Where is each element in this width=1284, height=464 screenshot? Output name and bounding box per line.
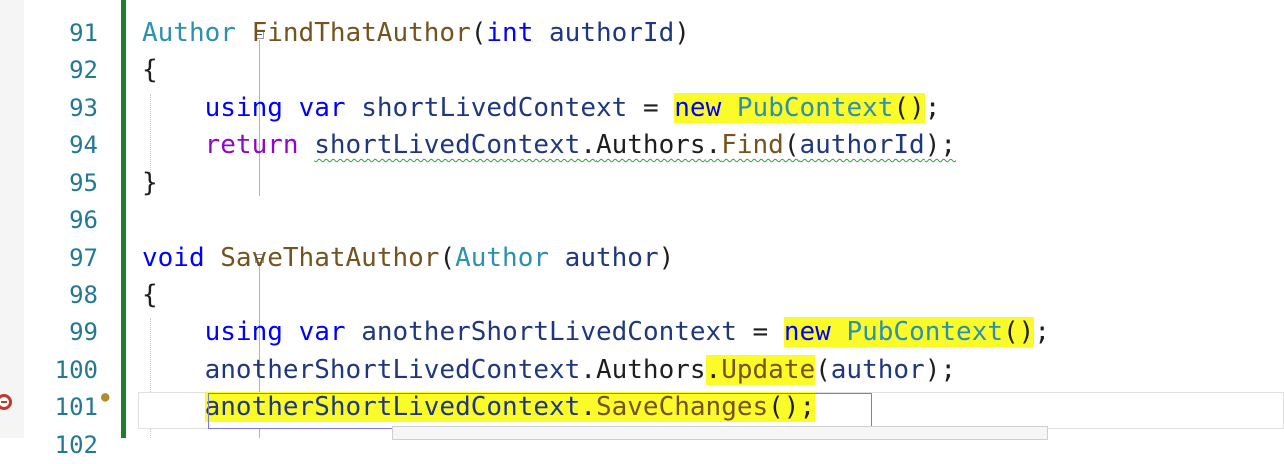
token: () <box>893 93 925 123</box>
token: PubContext <box>846 317 1004 347</box>
line-number-gutter[interactable]: 90 91 92 93 94 95 96 97 98 99 100 101 10… <box>24 0 124 459</box>
token: FindThatAuthor <box>251 18 471 48</box>
warning-squiggle[interactable]: shortLivedContext.Authors.Find(authorId)… <box>314 130 956 160</box>
token: = <box>736 317 784 347</box>
line-number: 90 <box>18 0 98 7</box>
token: ( <box>783 130 800 160</box>
line-number: 96 <box>69 206 98 234</box>
outlining-gutter <box>126 0 264 438</box>
token: ; <box>924 93 941 123</box>
code-line[interactable]: using var anotherShortLivedContext = new… <box>142 314 1050 351</box>
code-line[interactable]: return shortLivedContext.Authors.Find(au… <box>142 127 956 164</box>
token: ); <box>924 355 957 385</box>
token: Authors <box>595 355 706 385</box>
token: ) <box>658 243 675 273</box>
code-line[interactable]: Author FindThatAuthor(int authorId) <box>142 15 690 52</box>
token: PubContext <box>736 93 894 123</box>
lightbulb-icon[interactable]: ● <box>101 390 111 404</box>
token: authorId <box>799 130 925 160</box>
token: . <box>580 355 596 385</box>
token: int <box>486 18 534 48</box>
token: shortLivedContext <box>314 130 581 160</box>
token: . <box>705 355 722 385</box>
token: Authors <box>595 130 706 160</box>
token: . <box>705 130 722 160</box>
token: () <box>1003 317 1035 347</box>
token: ( <box>815 355 831 385</box>
line-number: 91 <box>69 19 98 47</box>
token: ) <box>674 18 690 48</box>
token: anotherShortLivedContext <box>204 355 581 385</box>
token: ( <box>439 243 456 273</box>
token: Author <box>142 18 236 48</box>
token: SaveThatAuthor <box>220 243 440 273</box>
token: new <box>783 317 831 347</box>
token: return <box>204 130 299 160</box>
token: . <box>580 392 596 422</box>
highlighted-token: anotherShortLivedContext.SaveChanges(); <box>204 392 816 422</box>
line-number: 92 <box>69 56 98 84</box>
token: using <box>204 317 283 347</box>
line-number: 93 <box>69 94 98 122</box>
token: var <box>298 93 346 123</box>
code-line[interactable]: anotherShortLivedContext.SaveChanges(); <box>142 389 816 426</box>
token: (); <box>768 392 816 422</box>
token: author <box>830 355 925 385</box>
highlighted-token: new PubContext() <box>674 93 925 123</box>
code-line[interactable]: } <box>142 165 158 202</box>
token: anotherShortLivedContext <box>361 317 737 347</box>
token: Find <box>721 130 784 160</box>
token: ( <box>470 18 487 48</box>
code-line[interactable]: { <box>142 277 158 314</box>
token: var <box>298 317 346 347</box>
token: using <box>204 93 283 123</box>
line-number: 100 <box>54 356 98 384</box>
token: SaveChanges <box>595 392 769 422</box>
line-number: 102 <box>54 431 98 459</box>
token: new <box>674 93 722 123</box>
token: = <box>627 93 675 123</box>
code-line[interactable]: using var shortLivedContext = new PubCon… <box>142 90 940 127</box>
line-number: 97 <box>69 244 98 272</box>
token: authorId <box>549 18 675 48</box>
token: } <box>142 168 158 198</box>
token: { <box>142 55 158 85</box>
token: shortLivedContext <box>361 93 628 123</box>
code-line[interactable]: anotherShortLivedContext.Authors.Update(… <box>142 352 956 389</box>
token: anotherShortLivedContext <box>204 392 581 422</box>
token: author <box>564 243 659 273</box>
line-number: 98 <box>69 281 98 309</box>
token: . <box>580 130 596 160</box>
code-line[interactable]: void SaveThatAuthor(Author author) <box>142 240 674 277</box>
line-number: 101 <box>54 393 98 421</box>
token: { <box>142 280 158 310</box>
line-number: 94 <box>69 131 98 159</box>
token: ); <box>924 130 957 160</box>
line-number: 99 <box>69 318 98 346</box>
token: Author <box>455 243 550 273</box>
highlighted-token: new PubContext() <box>783 317 1035 347</box>
token: Update <box>721 355 816 385</box>
code-line[interactable]: { <box>142 52 158 89</box>
highlighted-token: .Update <box>705 355 816 385</box>
token: ; <box>1034 317 1050 347</box>
line-number: 95 <box>69 169 98 197</box>
token: void <box>142 243 205 273</box>
